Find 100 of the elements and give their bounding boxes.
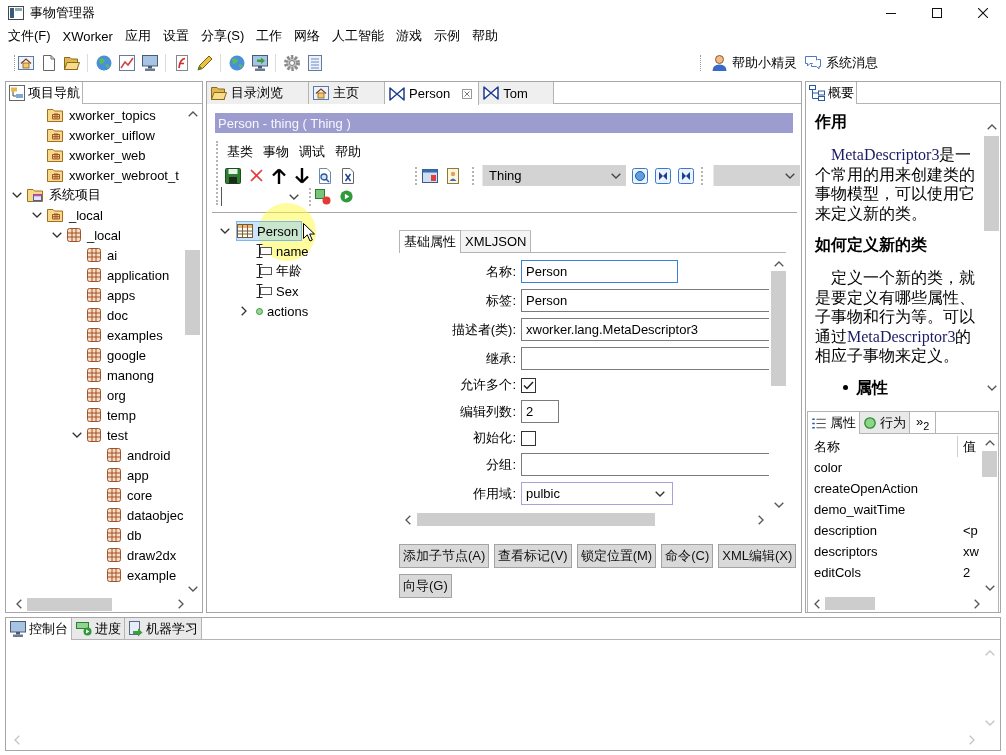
text-field[interactable]: xworker.lang.MetaDescriptor3	[521, 318, 769, 341]
text-field[interactable]	[521, 347, 769, 370]
minimize-icon[interactable]	[886, 12, 896, 14]
monitor-icon[interactable]	[252, 55, 268, 71]
chevron-right-icon[interactable]	[241, 306, 247, 316]
editor-tab[interactable]: Person	[385, 82, 480, 105]
action-button[interactable]: XML编辑(X)	[718, 544, 797, 568]
chevron-down-icon[interactable]	[72, 432, 82, 438]
menu-item[interactable]: 工作	[250, 27, 289, 45]
chevron-up-icon[interactable]	[984, 440, 995, 446]
dropdown[interactable]: pulbic	[521, 482, 673, 505]
chevron-down-icon[interactable]	[773, 502, 784, 508]
panel-tab[interactable]: 概要	[806, 82, 857, 104]
document-search-icon[interactable]	[319, 167, 331, 184]
tree-item[interactable]: org	[87, 387, 126, 403]
tree-item[interactable]: core	[107, 487, 153, 503]
chevron-left-icon[interactable]	[405, 514, 411, 525]
document-person-icon[interactable]	[447, 167, 459, 184]
monitor-icon[interactable]	[142, 55, 158, 71]
editor-tab[interactable]: 主页	[309, 82, 385, 104]
chevron-up-icon[interactable]	[187, 111, 198, 117]
delete-icon[interactable]	[249, 169, 263, 182]
action-button[interactable]: 查看标记(V)	[494, 544, 572, 568]
folder-icon[interactable]	[64, 56, 80, 70]
checkbox[interactable]	[521, 377, 536, 393]
text-field[interactable]	[521, 453, 769, 476]
tree-item[interactable]: test	[87, 427, 128, 443]
tree-item[interactable]: xworker_uiflow	[47, 127, 155, 143]
action-button[interactable]: 添加子节点(A)	[399, 544, 490, 568]
circle-icon[interactable]	[632, 167, 648, 184]
document-icon[interactable]	[43, 55, 55, 71]
assistant-button[interactable]: 帮助小精灵	[712, 54, 797, 72]
tree-item[interactable]: 年龄	[255, 261, 306, 281]
bowtie-icon[interactable]	[678, 167, 694, 184]
menu-item[interactable]: 基类	[227, 143, 253, 161]
menu-item[interactable]: 调试	[299, 143, 325, 161]
panel-tab[interactable]: 行为	[860, 412, 910, 433]
tree-item[interactable]: xworker_webroot_t	[47, 167, 179, 183]
dropdown[interactable]: Thing	[482, 165, 626, 186]
scrollbar-thumb[interactable]	[982, 451, 997, 477]
scrollbar-thumb[interactable]	[984, 136, 999, 231]
panel-tab[interactable]: 属性	[808, 412, 860, 434]
scrollbar-thumb[interactable]	[417, 513, 655, 526]
gear-icon[interactable]	[284, 55, 300, 71]
tree-item[interactable]: app	[107, 467, 149, 483]
checkbox[interactable]	[521, 430, 536, 446]
chevron-down-icon[interactable]	[187, 586, 198, 592]
menu-item[interactable]: 人工智能	[326, 27, 391, 45]
tree-item[interactable]: Sex	[255, 281, 303, 301]
menu-item[interactable]: 示例	[428, 27, 467, 45]
panel-tab[interactable]: 机器学习	[125, 618, 202, 639]
tree-item[interactable]: android	[107, 447, 171, 463]
close-icon[interactable]	[978, 8, 988, 18]
messages-button[interactable]: 系统消息	[805, 54, 878, 72]
tree-item[interactable]: temp	[87, 407, 136, 423]
action-button[interactable]: 锁定位置(M)	[576, 544, 657, 568]
save-icon[interactable]	[225, 167, 241, 184]
action-button[interactable]: 命令(C)	[661, 544, 714, 568]
arrow-up-icon[interactable]	[271, 167, 287, 184]
bowtie-icon[interactable]	[655, 167, 671, 184]
menu-item[interactable]: 设置	[156, 27, 195, 45]
chevron-left-icon[interactable]	[16, 599, 22, 609]
menu-item[interactable]: 游戏	[390, 27, 429, 45]
tree-item[interactable]: xworker_topics	[47, 107, 156, 123]
chevron-down-icon[interactable]	[12, 192, 22, 198]
chevron-left-icon[interactable]	[814, 598, 820, 609]
window-icon[interactable]	[422, 167, 438, 184]
arrow-down-icon[interactable]	[294, 167, 310, 184]
chevron-right-icon[interactable]	[758, 514, 764, 525]
tree-item[interactable]: dataobjec	[107, 507, 184, 523]
tree-item[interactable]: doc	[87, 307, 128, 323]
chevron-right-icon[interactable]	[974, 598, 980, 609]
tab[interactable]: 基础属性	[399, 230, 461, 253]
action-button[interactable]: 向导(G)	[399, 574, 452, 598]
tree-item[interactable]: draw2dx	[107, 547, 177, 563]
menu-item[interactable]: 网络	[288, 27, 327, 45]
tree-item[interactable]: examples	[87, 327, 163, 343]
tree-item[interactable]: example	[107, 567, 177, 583]
menu-item[interactable]: 分享(S)	[194, 27, 251, 45]
tree-item[interactable]: db	[107, 527, 142, 543]
text-field[interactable]: Person	[521, 260, 678, 283]
chart-icon[interactable]	[119, 55, 135, 71]
menu-item[interactable]: 事物	[263, 143, 289, 161]
menu-item[interactable]: 应用	[118, 27, 157, 45]
tree-item[interactable]: ai	[87, 247, 118, 263]
tree-item[interactable]: name	[255, 241, 313, 261]
home-icon[interactable]	[18, 55, 34, 71]
text-field[interactable]: 2	[521, 400, 559, 423]
tree-item[interactable]: _local	[47, 207, 103, 223]
square-dot-icon[interactable]	[315, 188, 331, 205]
tree-item[interactable]: actions	[255, 301, 313, 321]
tree-item[interactable]: google	[87, 347, 147, 363]
chevron-down-icon[interactable]	[32, 212, 42, 218]
chevron-down-icon[interactable]	[220, 228, 230, 234]
globe-icon[interactable]	[229, 55, 245, 71]
tree-item[interactable]: _local	[67, 227, 121, 243]
scrollbar-thumb[interactable]	[27, 597, 112, 611]
tree-item[interactable]: Person	[236, 221, 303, 241]
tree-item[interactable]: 系统项目	[27, 186, 101, 204]
menu-item[interactable]: 文件(F)	[2, 27, 57, 45]
